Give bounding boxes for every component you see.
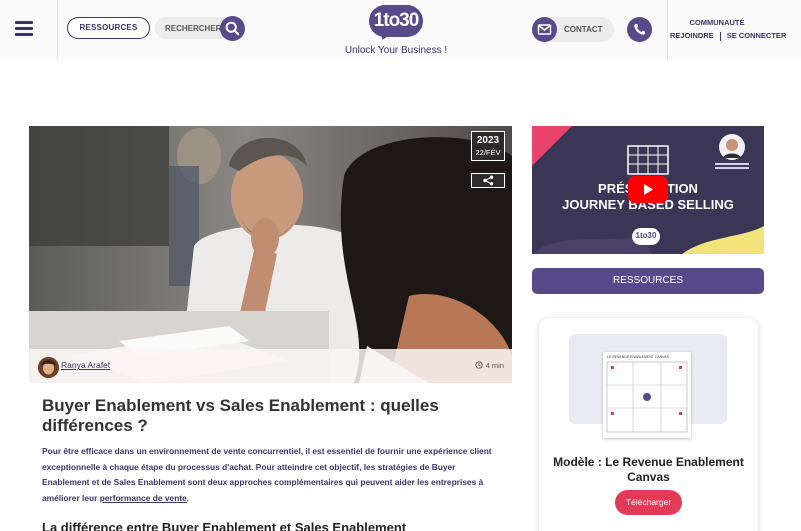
section-heading: La différence entre Buyer Enablement et … — [42, 520, 407, 531]
article-intro: Pour être efficace dans un environnement… — [42, 444, 502, 506]
contact-label: CONTACT — [564, 25, 603, 34]
play-icon — [644, 184, 653, 195]
tagline: Unlock Your Business ! — [344, 45, 448, 56]
divider — [719, 31, 721, 41]
site-header: RESSOURCES 1to30 Unlock Your Business ! … — [0, 0, 801, 60]
share-button[interactable] — [471, 173, 505, 188]
logo-text: 1to30 — [373, 10, 420, 31]
phone-icon — [634, 24, 645, 35]
canvas-thumbnail[interactable]: LE REVENUE ENABLEMENT CANVAS — [603, 352, 691, 438]
canvas-title: Modèle : Le Revenue Enablement Canvas — [553, 455, 744, 484]
community-title: COMMUNAUTÉ — [689, 18, 745, 27]
read-time-value: 4 min — [485, 361, 504, 370]
video-logo-text: 1to30 — [635, 231, 657, 240]
date-day: 22/FÉV — [475, 148, 501, 157]
search-icon — [225, 21, 240, 36]
date-badge: 2023 22/FÉV — [471, 131, 505, 161]
read-time: 4 min — [475, 361, 504, 370]
performance-link[interactable]: performance de vente — [100, 493, 187, 503]
download-button[interactable]: Télécharger — [615, 490, 682, 515]
community-menu: COMMUNAUTÉ REJOINDRE SE CONNECTER — [667, 0, 801, 60]
contact-button[interactable]: CONTACT — [532, 17, 614, 42]
canvas-card: LE REVENUE ENABLEMENT CANVAS Modèle : Le… — [539, 318, 758, 531]
intro-end: . — [186, 492, 190, 503]
avatar[interactable] — [38, 357, 59, 378]
menu-cell — [0, 0, 58, 60]
search-button[interactable] — [220, 16, 245, 41]
article-title: Buyer Enablement vs Sales Enablement : q… — [42, 396, 439, 435]
share-icon — [483, 175, 494, 186]
search-input[interactable] — [165, 17, 225, 39]
article-hero-image[interactable]: Ranya Arafet 4 min — [29, 126, 512, 383]
mail-icon — [532, 17, 557, 42]
date-year: 2023 — [476, 135, 500, 146]
ressources-button[interactable]: RESSOURCES — [67, 17, 150, 39]
phone-button[interactable] — [627, 17, 652, 42]
author-bar: Ranya Arafet 4 min — [29, 349, 512, 383]
video-thumbnail[interactable]: PRÉSENTATION JOURNEY BASED SELLING 1to30 — [532, 126, 764, 254]
clock-icon — [475, 361, 483, 369]
sidebar-ressources-button[interactable]: RESSOURCES — [532, 268, 764, 294]
canvas-thumb-title: LE REVENUE ENABLEMENT CANVAS — [607, 355, 669, 359]
author-name[interactable]: Ranya Arafet — [61, 360, 110, 370]
site-logo[interactable]: 1to30 — [369, 5, 423, 42]
menu-icon[interactable] — [15, 21, 33, 36]
login-link[interactable]: SE CONNECTER — [727, 31, 787, 40]
play-button[interactable] — [628, 176, 668, 203]
join-link[interactable]: REJOINDRE — [670, 31, 714, 40]
hero-photo — [29, 126, 512, 383]
